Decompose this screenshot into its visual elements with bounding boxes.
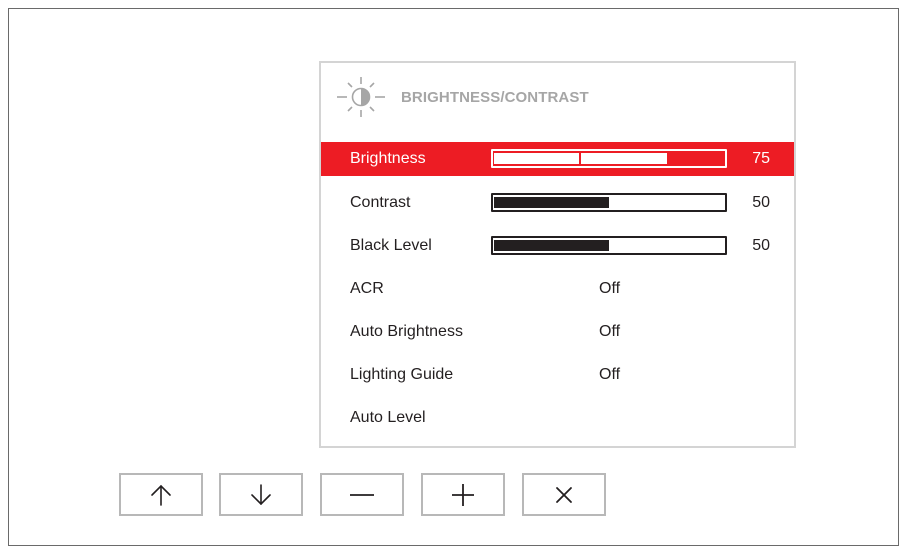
minus-icon (350, 493, 374, 496)
contrast-slider[interactable] (491, 193, 727, 212)
menu-item-auto-brightness[interactable]: Auto Brightness Off (321, 315, 794, 349)
menu-item-label: Auto Brightness (350, 323, 463, 340)
up-button[interactable] (119, 473, 203, 516)
close-button[interactable] (522, 473, 606, 516)
menu-item-contrast[interactable]: Contrast 50 (321, 186, 794, 220)
brightness-contrast-icon (337, 77, 385, 117)
menu-item-brightness[interactable]: Brightness 75 (321, 142, 794, 176)
osd-header: BRIGHTNESS/CONTRAST (321, 63, 794, 133)
default-level-marker (579, 151, 581, 166)
menu-item-black-level[interactable]: Black Level 50 (321, 229, 794, 263)
menu-item-value: 50 (752, 194, 770, 211)
down-button[interactable] (219, 473, 303, 516)
plus-button[interactable] (421, 473, 505, 516)
menu-item-lighting-guide[interactable]: Lighting Guide Off (321, 358, 794, 392)
minus-button[interactable] (320, 473, 404, 516)
osd-menu-panel: BRIGHTNESS/CONTRAST Brightness 75 Contra… (319, 61, 796, 448)
menu-item-auto-level[interactable]: Auto Level (321, 401, 794, 435)
arrow-down-icon (251, 483, 271, 505)
arrow-up-icon (151, 484, 171, 506)
plus-icon (452, 483, 474, 506)
menu-item-label: Lighting Guide (350, 366, 454, 383)
menu-title: BRIGHTNESS/CONTRAST (401, 89, 589, 106)
close-icon (556, 486, 572, 503)
menu-item-setting: Off (599, 366, 621, 383)
menu-item-label: Auto Level (350, 409, 426, 426)
menu-item-label: Black Level (350, 237, 432, 254)
slider-fill (494, 197, 609, 208)
menu-item-acr[interactable]: ACR Off (321, 272, 794, 306)
brightness-slider[interactable] (491, 149, 727, 168)
menu-item-setting: Off (599, 323, 621, 340)
menu-item-value: 50 (752, 237, 770, 254)
menu-item-label: Brightness (350, 150, 426, 167)
menu-item-label: ACR (350, 280, 384, 297)
black-level-slider[interactable] (491, 236, 727, 255)
menu-item-label: Contrast (350, 194, 411, 211)
slider-fill (494, 240, 609, 251)
menu-item-setting: Off (599, 280, 621, 297)
menu-item-value: 75 (752, 150, 770, 167)
